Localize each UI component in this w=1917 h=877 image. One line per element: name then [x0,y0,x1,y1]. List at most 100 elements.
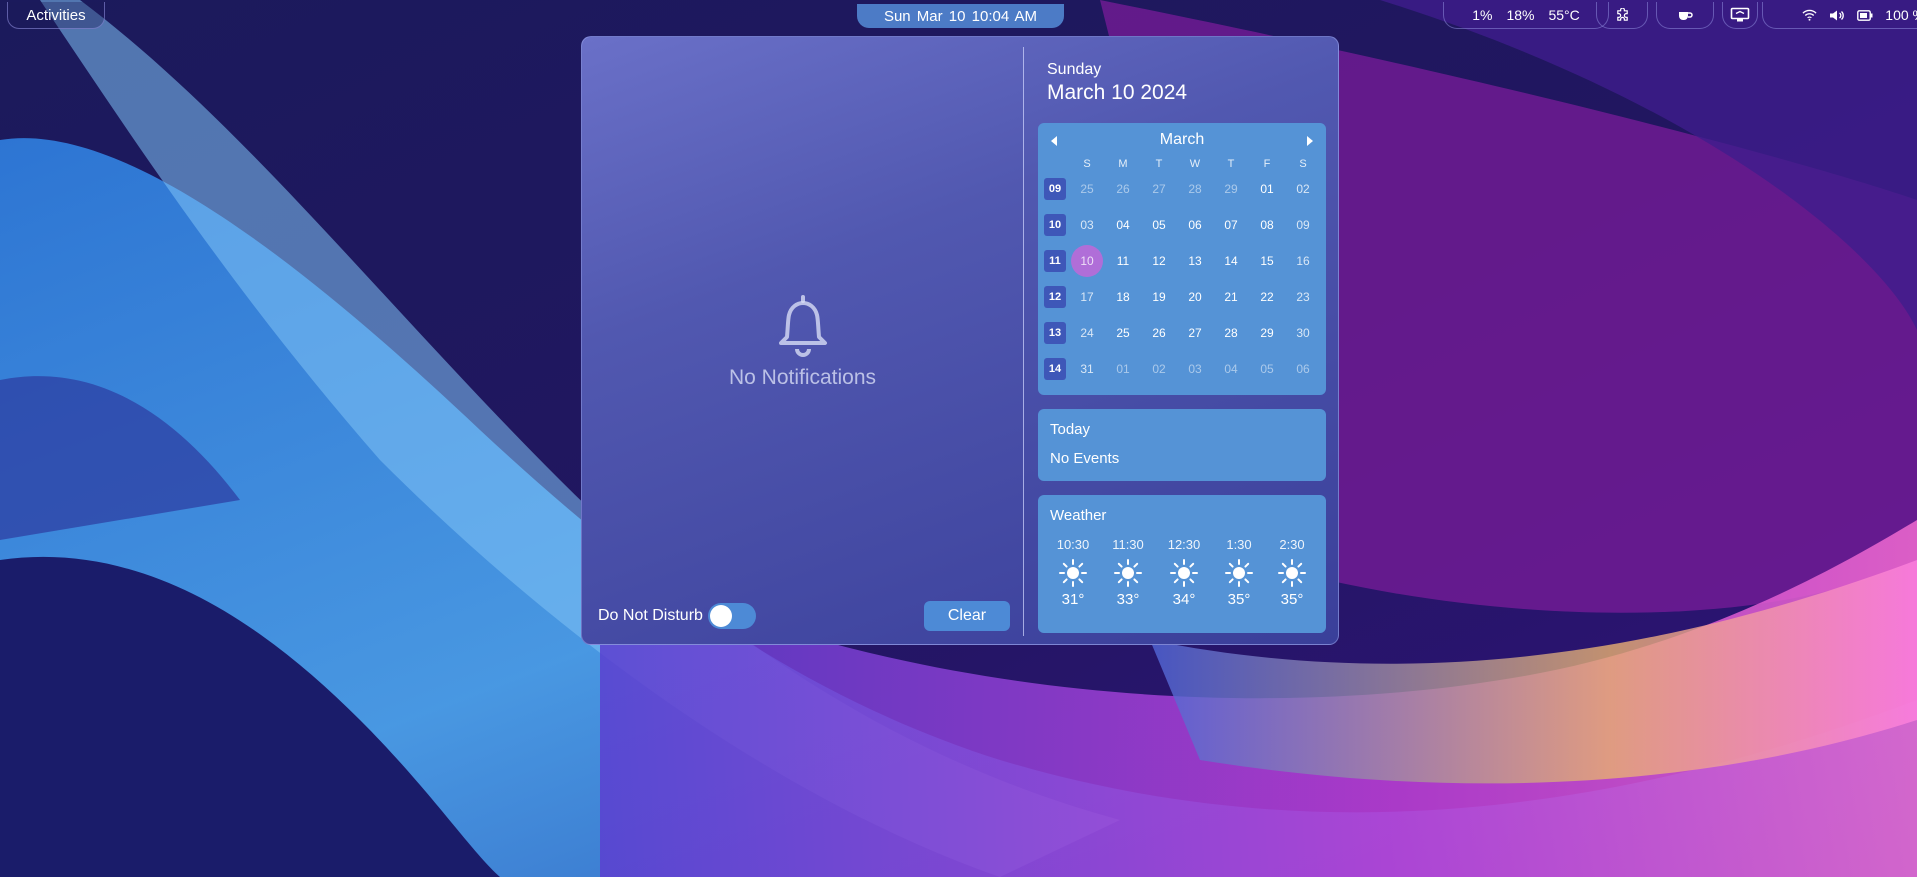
calendar-day[interactable]: 12 [1144,246,1174,276]
forecast-hour: 1:30 35° [1212,537,1266,608]
calendar-day[interactable]: 05 [1144,210,1174,240]
calendar-day[interactable]: 02 [1144,354,1174,384]
weekday-header: F [1263,158,1271,170]
system-menu-button[interactable]: 100 % [1762,2,1917,29]
no-notifications-text: No Notifications [728,366,877,389]
current-date[interactable]: March 10 2024 [1047,81,1187,105]
do-not-disturb-toggle[interactable] [708,603,756,629]
calendar-day[interactable]: 05 [1252,354,1282,384]
calendar-day[interactable]: 27 [1144,174,1174,204]
calendar-day[interactable]: 28 [1180,174,1210,204]
clock-button[interactable]: Sun Mar 10 10:04 AM [857,4,1064,28]
calendar-day[interactable]: 09 [1288,210,1318,240]
week-number: 12 [1044,286,1066,308]
sun-icon [1225,559,1253,587]
week-number: 13 [1044,322,1066,344]
calendar-day[interactable]: 27 [1180,318,1210,348]
calendar-widget: March S M T W T F S 09 25 26 27 28 29 01 02 10 03 04 05 06 0… [1038,123,1326,395]
week-number: 11 [1044,250,1066,272]
activities-button[interactable]: Activities [7,2,105,29]
calendar-day[interactable]: 07 [1216,210,1246,240]
calendar-day-today[interactable]: 10 [1071,245,1103,277]
calendar-day[interactable]: 30 [1288,318,1318,348]
weekday-header: S [1299,158,1307,170]
calendar-day[interactable]: 14 [1216,246,1246,276]
temperature: 55°C [1548,7,1580,23]
forecast-temperature: 35° [1227,591,1251,608]
calendar-day[interactable]: 29 [1252,318,1282,348]
calendar-day[interactable]: 01 [1108,354,1138,384]
puzzle-icon [1615,7,1630,23]
monitor-icon [1730,7,1750,23]
calendar-day[interactable]: 11 [1108,246,1138,276]
activities-label: Activities [26,6,86,24]
calendar-day[interactable]: 20 [1180,282,1210,312]
forecast-hour: 11:30 33° [1101,537,1155,608]
toggle-knob [710,605,732,627]
coffee-cup-icon [1677,8,1693,22]
no-events-text: No Events [1050,450,1120,467]
panel-divider [1023,47,1024,636]
weekday-header: T [1155,158,1163,170]
volume-icon [1829,9,1845,22]
forecast-time: 12:30 [1167,537,1201,552]
weekday-header: S [1083,158,1091,170]
week-number: 10 [1044,214,1066,236]
calendar-day[interactable]: 17 [1072,282,1102,312]
calendar-day[interactable]: 31 [1072,354,1102,384]
sun-icon [1278,559,1306,587]
week-number: 09 [1044,178,1066,200]
calendar-day[interactable]: 19 [1144,282,1174,312]
calendar-day[interactable]: 04 [1108,210,1138,240]
calendar-day[interactable]: 03 [1180,354,1210,384]
system-stats-indicator[interactable]: 1% 18% 55°C [1443,2,1609,29]
events-title: Today [1050,421,1091,438]
calendar-day[interactable]: 06 [1180,210,1210,240]
calendar-day[interactable]: 25 [1108,318,1138,348]
calendar-day[interactable]: 22 [1252,282,1282,312]
calendar-day[interactable]: 02 [1288,174,1318,204]
extensions-indicator[interactable] [1596,2,1648,29]
date-menu-panel: No Notifications Do Not Disturb Clear Su… [581,36,1339,645]
calendar-day[interactable]: 04 [1216,354,1246,384]
calendar-day[interactable]: 01 [1252,174,1282,204]
calendar-month-label[interactable]: March [1038,131,1326,149]
calendar-day[interactable]: 25 [1072,174,1102,204]
calendar-day[interactable]: 08 [1252,210,1282,240]
calendar-day[interactable]: 18 [1108,282,1138,312]
weekday-header: W [1189,158,1201,170]
calendar-day[interactable]: 23 [1288,282,1318,312]
do-not-disturb-label: Do Not Disturb [598,607,703,624]
forecast-hour: 2:30 35° [1265,537,1319,608]
calendar-day[interactable]: 21 [1216,282,1246,312]
calendar-day[interactable]: 29 [1216,174,1246,204]
calendar-day[interactable]: 26 [1108,174,1138,204]
sun-icon [1170,559,1198,587]
screen-indicator[interactable] [1722,2,1758,29]
forecast-time: 11:30 [1112,537,1144,552]
chevron-right-icon [1307,136,1313,146]
weekday-header: M [1118,158,1128,170]
caffeine-indicator[interactable] [1656,2,1714,29]
forecast-temperature: 31° [1061,591,1085,608]
calendar-day[interactable]: 15 [1252,246,1282,276]
clear-notifications-button[interactable]: Clear [924,601,1010,631]
calendar-day[interactable]: 03 [1072,210,1102,240]
calendar-day[interactable]: 13 [1180,246,1210,276]
current-day-name: Sunday [1047,61,1102,78]
clock-text: Sun Mar 10 10:04 AM [883,7,1038,25]
forecast-time: 2:30 [1279,537,1305,552]
notifications-placeholder: No Notifications [582,293,1023,390]
weather-title: Weather [1050,507,1107,524]
calendar-day[interactable]: 24 [1072,318,1102,348]
events-section[interactable]: Today No Events [1038,409,1326,481]
next-month-button[interactable] [1302,134,1316,148]
battery-percentage: 100 % [1885,7,1917,23]
calendar-day[interactable]: 06 [1288,354,1318,384]
weather-section[interactable]: Weather 10:30 31° 11:30 33° 12:30 34° 1:30 35° 2… [1038,495,1326,633]
sun-icon [1059,559,1087,587]
cpu-usage: 1% [1472,7,1493,23]
calendar-day[interactable]: 16 [1288,246,1318,276]
calendar-day[interactable]: 26 [1144,318,1174,348]
calendar-day[interactable]: 28 [1216,318,1246,348]
